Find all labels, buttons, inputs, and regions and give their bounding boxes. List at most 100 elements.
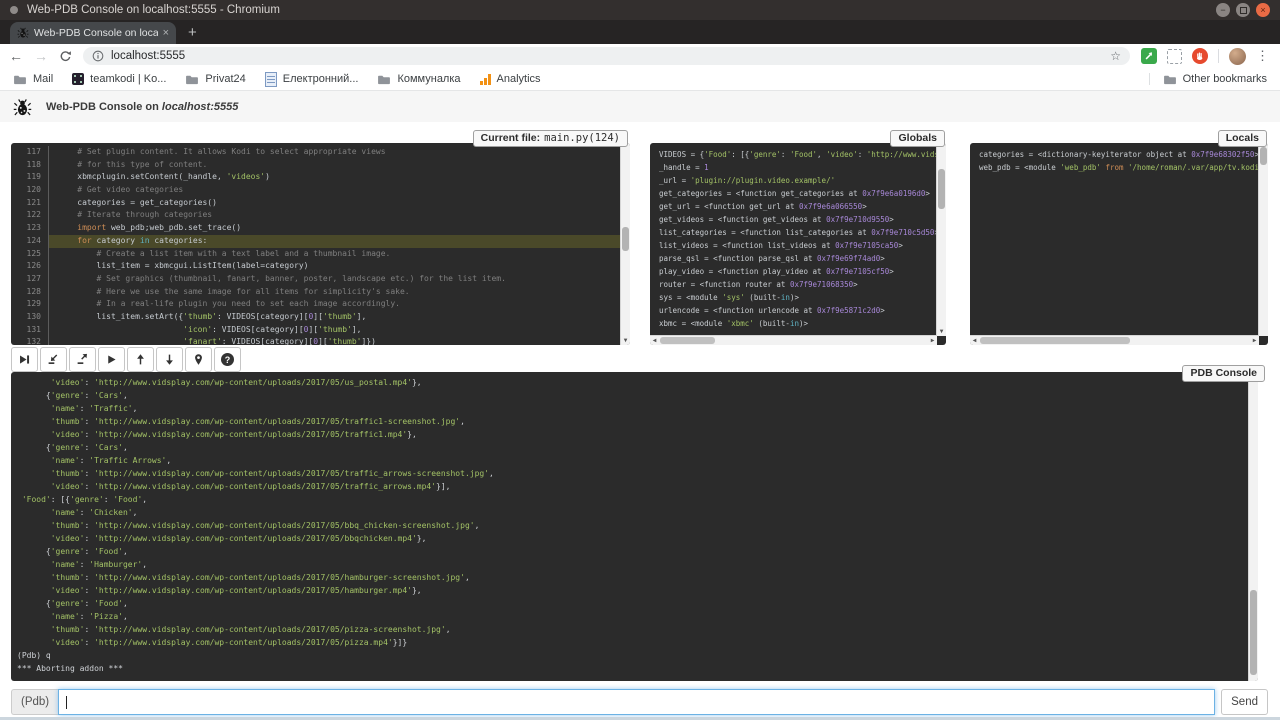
line-number: 117 xyxy=(11,146,49,159)
bookmark-label: Privat24 xyxy=(205,73,245,85)
bookmark-teamkodi[interactable]: teamkodi | Ko... xyxy=(72,73,166,85)
scroll-left-icon[interactable]: ◀ xyxy=(970,336,979,345)
scrollbar-thumb[interactable] xyxy=(660,337,715,344)
code-line: 130 list_item.setArt({'thumb': VIDEOS[ca… xyxy=(11,311,630,324)
locals-panel: categories = <dictionary-keyiterator obj… xyxy=(970,143,1268,345)
new-tab-button[interactable]: + xyxy=(188,24,197,41)
locals-horizontal-scrollbar[interactable]: ◀ ▶ xyxy=(970,335,1259,345)
down-button[interactable] xyxy=(156,347,183,372)
console-line: {'genre': 'Food', xyxy=(17,597,1258,610)
scrollbar-thumb[interactable] xyxy=(622,227,629,251)
console-line: 'video': 'http://www.vidsplay.com/wp-con… xyxy=(17,428,1258,441)
globals-line: _url = 'plugin://plugin.video.example/' xyxy=(659,174,946,187)
bookmark-edoc[interactable]: Електронний... xyxy=(265,72,359,87)
globals-line: get_videos = <function get_videos at 0x7… xyxy=(659,213,946,226)
extension-area: ⋮ xyxy=(1141,48,1271,65)
window-controls: − × xyxy=(1216,3,1270,17)
globals-line: _handle = 1 xyxy=(659,161,946,174)
console-line: {'genre': 'Cars', xyxy=(17,389,1258,402)
console-line: 'Food': [{'genre': 'Food', xyxy=(17,493,1258,506)
globals-line: xbmc = <module 'xbmc' (built-in)> xyxy=(659,317,946,330)
console-line: *** Aborting addon *** xyxy=(17,662,1258,675)
browser-window: Web-PDB Console on localhost:5555 - Chro… xyxy=(0,0,1280,720)
code-text: # Here we use the same image for all ite… xyxy=(49,286,630,299)
line-number: 124 xyxy=(11,235,49,248)
line-number: 121 xyxy=(11,197,49,210)
extension-screenshot-icon[interactable] xyxy=(1167,49,1182,64)
scrollbar-thumb[interactable] xyxy=(980,337,1130,344)
globals-line: list_categories = <function list_categor… xyxy=(659,226,946,239)
bookmark-privat24[interactable]: Privat24 xyxy=(185,73,245,85)
back-button[interactable]: ← xyxy=(9,49,23,63)
other-bookmarks-button[interactable]: Other bookmarks xyxy=(1149,73,1267,85)
bookmark-label: Коммуналка xyxy=(397,73,460,85)
step-button[interactable] xyxy=(40,347,67,372)
bookmark-star-icon[interactable]: ☆ xyxy=(1110,49,1121,63)
globals-line: parse_qsl = <function parse_qsl at 0x7f9… xyxy=(659,252,946,265)
extension-blocker-hand-icon[interactable] xyxy=(1192,48,1208,64)
scroll-right-icon[interactable]: ▶ xyxy=(1250,336,1259,345)
globals-line: sys = <module 'sys' (built-in)> xyxy=(659,291,946,304)
address-bar[interactable]: localhost:5555 ☆ xyxy=(83,47,1130,65)
current-file-label: Current file:main.py(124) xyxy=(473,130,628,147)
scrollbar-thumb[interactable] xyxy=(938,169,945,209)
console-output: 'video': 'http://www.vidsplay.com/wp-con… xyxy=(11,372,1258,675)
globals-line: get_categories = <function get_categorie… xyxy=(659,187,946,200)
help-button[interactable]: ? xyxy=(214,347,241,372)
profile-avatar[interactable] xyxy=(1229,48,1246,65)
console-line: 'thumb': 'http://www.vidsplay.com/wp-con… xyxy=(17,623,1258,636)
url-text[interactable]: localhost:5555 xyxy=(111,50,185,62)
code-line: 120 # Get video categories xyxy=(11,184,630,197)
console-vertical-scrollbar[interactable] xyxy=(1248,372,1258,681)
tab-strip: Web-PDB Console on loca × + xyxy=(0,20,1280,44)
bookmark-analytics[interactable]: Analytics xyxy=(480,73,541,85)
line-number: 128 xyxy=(11,286,49,299)
locals-label: Locals xyxy=(1218,130,1267,147)
minimize-button[interactable]: − xyxy=(1216,3,1230,17)
tab-close-icon[interactable]: × xyxy=(163,27,169,39)
scroll-down-icon[interactable]: ▼ xyxy=(621,336,630,345)
globals-line: get_url = <function get_url at 0x7f9e6a0… xyxy=(659,200,946,213)
code-vertical-scrollbar[interactable]: ▼ xyxy=(620,143,630,345)
line-number: 127 xyxy=(11,273,49,286)
scroll-down-icon[interactable]: ▼ xyxy=(937,327,946,336)
reload-button[interactable] xyxy=(59,50,72,63)
locals-vertical-scrollbar[interactable] xyxy=(1258,143,1268,336)
bookmark-label: Електронний... xyxy=(283,73,359,85)
line-number: 129 xyxy=(11,298,49,311)
globals-horizontal-scrollbar[interactable]: ◀ ▶ xyxy=(650,335,937,345)
up-button[interactable] xyxy=(127,347,154,372)
line-number: 118 xyxy=(11,159,49,172)
line-number: 122 xyxy=(11,209,49,222)
console-line: 'video': 'http://www.vidsplay.com/wp-con… xyxy=(17,532,1258,545)
command-input[interactable] xyxy=(58,689,1215,715)
window-title: Web-PDB Console on localhost:5555 - Chro… xyxy=(27,4,280,16)
bug-favicon-icon xyxy=(17,27,29,39)
scroll-left-icon[interactable]: ◀ xyxy=(650,336,659,345)
bookmark-kommunalka[interactable]: Коммуналка xyxy=(377,73,460,85)
continue-button[interactable] xyxy=(98,347,125,372)
scrollbar-thumb[interactable] xyxy=(1260,147,1267,165)
where-button[interactable] xyxy=(185,347,212,372)
pdb-prompt-label: (Pdb) xyxy=(11,689,58,715)
line-number: 126 xyxy=(11,260,49,273)
return-button[interactable] xyxy=(69,347,96,372)
info-icon[interactable] xyxy=(92,50,104,62)
browser-tab[interactable]: Web-PDB Console on loca × xyxy=(10,22,176,44)
globals-vertical-scrollbar[interactable]: ▼ xyxy=(936,143,946,336)
forward-button[interactable]: → xyxy=(34,49,48,63)
send-button[interactable]: Send xyxy=(1221,689,1268,715)
page-title-host: localhost:5555 xyxy=(162,101,238,113)
globals-line: VIDEOS = {'Food': [{'genre': 'Food', 'vi… xyxy=(659,148,946,161)
scrollbar-thumb[interactable] xyxy=(1250,590,1257,675)
extension-green-arrow-icon[interactable] xyxy=(1141,48,1157,64)
scroll-right-icon[interactable]: ▶ xyxy=(928,336,937,345)
browser-toolbar: ← → localhost:5555 ☆ ⋮ xyxy=(0,44,1280,68)
console-line: 'name': 'Traffic', xyxy=(17,402,1258,415)
close-button[interactable]: × xyxy=(1256,3,1270,17)
maximize-button[interactable] xyxy=(1236,3,1250,17)
code-text: list_item = xbmcgui.ListItem(label=categ… xyxy=(49,260,630,273)
browser-menu-icon[interactable]: ⋮ xyxy=(1256,48,1269,64)
bookmark-mail[interactable]: Mail xyxy=(13,73,53,85)
next-button[interactable] xyxy=(11,347,38,372)
